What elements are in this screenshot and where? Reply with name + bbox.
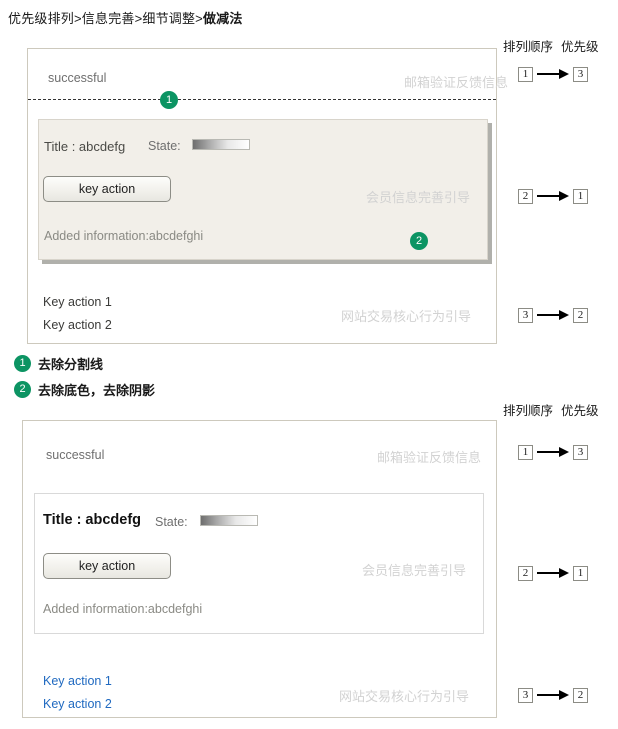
after-mapping-row-3: 3 2 <box>518 687 588 703</box>
arrow-right-icon <box>537 568 569 578</box>
arrow-right-icon <box>537 69 569 79</box>
after-order-box-1: 1 <box>518 445 533 460</box>
before-divider-line <box>28 99 496 100</box>
before-divider-badge: 1 <box>160 91 178 109</box>
arrow-right-icon <box>537 690 569 700</box>
legend-item-2: 2 去除底色，去除阴影 <box>14 380 155 399</box>
after-order-box-2: 2 <box>518 566 533 581</box>
column-headers-before: 排列顺序优先级 <box>503 36 599 55</box>
after-priority-box-3: 2 <box>573 688 588 703</box>
before-priority-box-3: 2 <box>573 308 588 323</box>
legend-badge-1: 1 <box>14 355 31 372</box>
legend-text-2: 去除底色，去除阴影 <box>38 380 155 399</box>
arrow-right-icon <box>537 310 569 320</box>
column-headers-after: 排列顺序优先级 <box>503 400 599 419</box>
after-state-label: State: <box>155 515 188 529</box>
after-card-title: Title : abcdefg <box>43 512 141 528</box>
after-state-bar <box>200 515 258 526</box>
after-order-box-3: 3 <box>518 688 533 703</box>
breadcrumb: 优先级排列>信息完善>细节调整>做减法 <box>8 8 243 27</box>
order-column-header-after: 排列顺序 <box>503 404 553 418</box>
legend-item-1: 1 去除分割线 <box>14 354 103 373</box>
before-mapping-row-3: 3 2 <box>518 307 588 323</box>
after-watermark-bottom: 网站交易核心行为引导 <box>339 686 469 705</box>
legend-text-1: 去除分割线 <box>38 354 103 373</box>
before-order-box-1: 1 <box>518 67 533 82</box>
arrow-right-icon <box>537 191 569 201</box>
after-status-text: successful <box>46 448 104 462</box>
after-added-info: Added information:abcdefghi <box>43 602 202 616</box>
before-mapping-row-2: 2 1 <box>518 188 588 204</box>
before-order-box-3: 3 <box>518 308 533 323</box>
after-key-action-button[interactable]: key action <box>43 553 171 579</box>
before-card-badge: 2 <box>410 232 428 250</box>
breadcrumb-path: 优先级排列>信息完善>细节调整> <box>8 11 203 26</box>
order-column-header: 排列顺序 <box>503 40 553 54</box>
after-watermark-top: 邮箱验证反馈信息 <box>377 447 481 466</box>
before-key-action-2: Key action 2 <box>43 318 112 332</box>
before-watermark-bottom: 网站交易核心行为引导 <box>341 306 471 325</box>
before-state-label: State: <box>148 139 181 153</box>
after-key-action-2[interactable]: Key action 2 <box>43 697 112 711</box>
legend-badge-2: 2 <box>14 381 31 398</box>
before-card-title: Title : abcdefg <box>44 139 125 154</box>
before-watermark-middle: 会员信息完善引导 <box>366 187 470 206</box>
after-priority-box-2: 1 <box>573 566 588 581</box>
priority-column-header: 优先级 <box>561 40 599 54</box>
before-state-bar <box>192 139 250 150</box>
arrow-right-icon <box>537 447 569 457</box>
before-added-info: Added information:abcdefghi <box>44 229 203 243</box>
before-mapping-row-1: 1 3 <box>518 66 588 82</box>
after-watermark-middle: 会员信息完善引导 <box>362 560 466 579</box>
after-mapping-row-2: 2 1 <box>518 565 588 581</box>
before-order-box-2: 2 <box>518 189 533 204</box>
after-priority-box-1: 3 <box>573 445 588 460</box>
before-key-action-button[interactable]: key action <box>43 176 171 202</box>
before-priority-box-1: 3 <box>573 67 588 82</box>
after-mapping-row-1: 1 3 <box>518 444 588 460</box>
before-key-action-1: Key action 1 <box>43 295 112 309</box>
before-priority-box-2: 1 <box>573 189 588 204</box>
before-status-text: successful <box>48 71 106 85</box>
before-watermark-top: 邮箱验证反馈信息 <box>404 72 508 91</box>
breadcrumb-current: 做减法 <box>203 11 243 26</box>
priority-column-header-after: 优先级 <box>561 404 599 418</box>
after-key-action-1[interactable]: Key action 1 <box>43 674 112 688</box>
